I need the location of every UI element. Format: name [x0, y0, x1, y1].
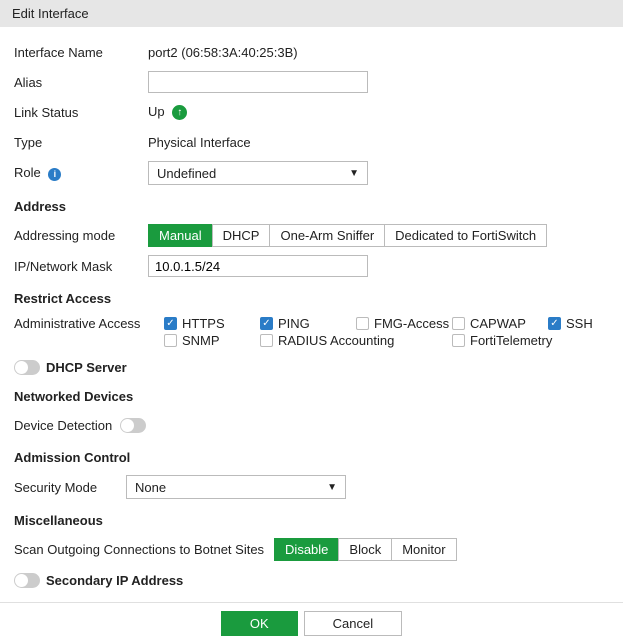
role-label-text: Role: [14, 165, 41, 180]
row-type: Type Physical Interface: [14, 131, 609, 153]
dialog-header: Edit Interface: [0, 0, 623, 27]
security-mode-select[interactable]: None ▼: [126, 475, 346, 499]
addressing-sniffer-button[interactable]: One-Arm Sniffer: [269, 224, 385, 247]
checkbox-icon: [452, 317, 465, 330]
security-mode-value: None: [135, 480, 166, 495]
ok-button[interactable]: OK: [221, 611, 298, 636]
addressing-dhcp-button[interactable]: DHCP: [212, 224, 271, 247]
checkbox-icon: ✓: [260, 317, 273, 330]
info-icon[interactable]: i: [48, 168, 61, 181]
chevron-down-icon: ▼: [349, 168, 359, 179]
ip-mask-label: IP/Network Mask: [14, 259, 148, 274]
botnet-scan-label: Scan Outgoing Connections to Botnet Site…: [14, 542, 264, 557]
dhcp-server-toggle[interactable]: [14, 360, 40, 375]
admin-access-grid: ✓ HTTPS ✓ PING FMG-Access CAPWAP ✓ SSH SNMP…: [164, 316, 609, 350]
addressing-manual-button[interactable]: Manual: [148, 224, 213, 247]
cb-fortitelemetry-label: FortiTelemetry: [470, 333, 552, 348]
addressing-mode-group: Manual DHCP One-Arm Sniffer Dedicated to…: [148, 224, 547, 247]
botnet-monitor-button[interactable]: Monitor: [391, 538, 456, 561]
botnet-scan-group: Disable Block Monitor: [274, 538, 457, 561]
row-secondary-ip: Secondary IP Address: [14, 573, 609, 588]
type-value: Physical Interface: [148, 135, 251, 150]
dialog-footer: OK Cancel: [0, 602, 623, 644]
row-interface-name: Interface Name port2 (06:58:3A:40:25:3B): [14, 41, 609, 63]
row-device-detection: Device Detection: [14, 414, 609, 436]
cb-https[interactable]: ✓ HTTPS: [164, 316, 260, 331]
addressing-mode-label: Addressing mode: [14, 228, 148, 243]
cb-snmp[interactable]: SNMP: [164, 333, 260, 348]
botnet-block-button[interactable]: Block: [338, 538, 392, 561]
dialog-title: Edit Interface: [12, 6, 89, 21]
botnet-disable-button[interactable]: Disable: [274, 538, 339, 561]
checkbox-icon: [356, 317, 369, 330]
dialog-body: Interface Name port2 (06:58:3A:40:25:3B)…: [0, 27, 623, 602]
cb-fmg-label: FMG-Access: [374, 316, 449, 331]
cb-radius-label: RADIUS Accounting: [278, 333, 394, 348]
row-botnet-scan: Scan Outgoing Connections to Botnet Site…: [14, 538, 609, 561]
type-label: Type: [14, 135, 148, 150]
cb-spacer: [408, 333, 452, 348]
cb-radius[interactable]: RADIUS Accounting: [260, 333, 408, 348]
device-detection-toggle[interactable]: [120, 418, 146, 433]
section-networked-devices: Networked Devices: [14, 389, 609, 404]
interface-name-label: Interface Name: [14, 45, 148, 60]
section-miscellaneous: Miscellaneous: [14, 513, 609, 528]
role-select[interactable]: Undefined ▼: [148, 161, 368, 185]
cb-ssh-label: SSH: [566, 316, 593, 331]
section-restrict-access: Restrict Access: [14, 291, 609, 306]
cb-capwap-label: CAPWAP: [470, 316, 526, 331]
addressing-fortiswitch-button[interactable]: Dedicated to FortiSwitch: [384, 224, 547, 247]
interface-name-value: port2 (06:58:3A:40:25:3B): [148, 45, 298, 60]
cb-ssh[interactable]: ✓ SSH: [548, 316, 608, 331]
secondary-ip-label: Secondary IP Address: [46, 573, 183, 588]
alias-input[interactable]: [148, 71, 368, 93]
arrow-up-icon: ↑: [172, 105, 187, 120]
cb-https-label: HTTPS: [182, 316, 225, 331]
link-status-label: Link Status: [14, 105, 148, 120]
role-select-value: Undefined: [157, 166, 216, 181]
secondary-ip-toggle[interactable]: [14, 573, 40, 588]
section-admission-control: Admission Control: [14, 450, 609, 465]
checkbox-icon: [452, 334, 465, 347]
link-status-text: Up: [148, 104, 165, 119]
admin-access-label: Administrative Access: [14, 316, 164, 331]
cancel-button[interactable]: Cancel: [304, 611, 402, 636]
checkbox-icon: [164, 334, 177, 347]
row-dhcp-server: DHCP Server: [14, 360, 609, 375]
row-security-mode: Security Mode None ▼: [14, 475, 609, 499]
row-addressing-mode: Addressing mode Manual DHCP One-Arm Snif…: [14, 224, 609, 247]
row-role: Role i Undefined ▼: [14, 161, 609, 185]
checkbox-icon: [260, 334, 273, 347]
row-ip-mask: IP/Network Mask: [14, 255, 609, 277]
device-detection-label: Device Detection: [14, 418, 112, 433]
security-mode-label: Security Mode: [14, 480, 126, 495]
cb-fmg[interactable]: FMG-Access: [356, 316, 452, 331]
cb-capwap[interactable]: CAPWAP: [452, 316, 548, 331]
cb-snmp-label: SNMP: [182, 333, 220, 348]
chevron-down-icon: ▼: [327, 482, 337, 493]
checkbox-icon: ✓: [548, 317, 561, 330]
cb-ping-label: PING: [278, 316, 310, 331]
checkbox-icon: ✓: [164, 317, 177, 330]
dhcp-server-label: DHCP Server: [46, 360, 127, 375]
row-alias: Alias: [14, 71, 609, 93]
ip-mask-input[interactable]: [148, 255, 368, 277]
section-address: Address: [14, 199, 609, 214]
row-admin-access: Administrative Access ✓ HTTPS ✓ PING FMG-A…: [14, 316, 609, 350]
link-status-value: Up ↑: [148, 104, 187, 120]
row-link-status: Link Status Up ↑: [14, 101, 609, 123]
cb-fortitelemetry[interactable]: FortiTelemetry: [452, 333, 600, 348]
alias-label: Alias: [14, 75, 148, 90]
cb-ping[interactable]: ✓ PING: [260, 316, 356, 331]
role-label: Role i: [14, 165, 148, 181]
